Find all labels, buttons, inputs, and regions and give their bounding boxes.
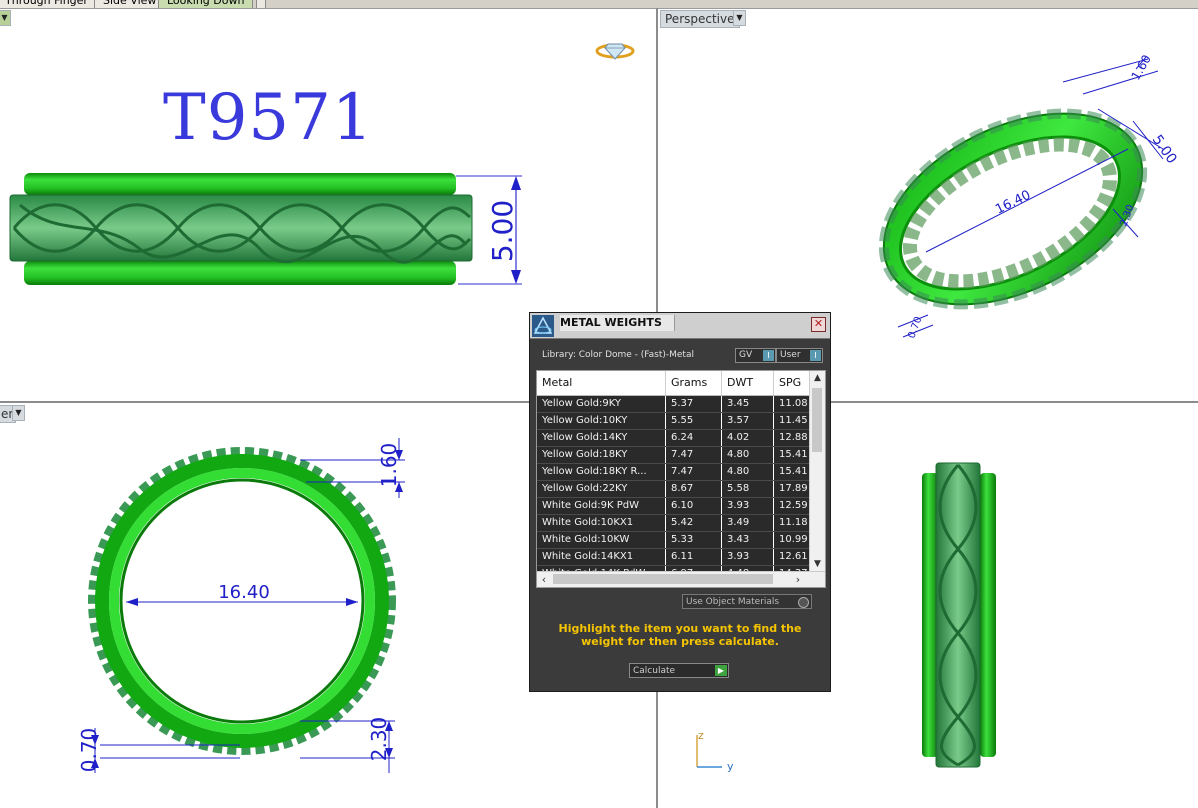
cell-spg: 10.99 (774, 532, 814, 548)
calculate-label: Calculate (633, 666, 676, 676)
use-object-materials-label: Use Object Materials (686, 597, 780, 607)
cell-grams: 5.55 (666, 413, 722, 429)
dim-persp-height: 5.00 (1149, 132, 1180, 167)
scroll-left-icon[interactable]: ‹ (537, 572, 551, 587)
dialog-title: METAL WEIGHTS (560, 315, 675, 331)
cell-dwt: 3.43 (722, 532, 774, 548)
cell-grams: 7.47 (666, 464, 722, 480)
tab-looking-down[interactable]: Looking Down (158, 0, 254, 8)
calculate-button[interactable]: Calculate ▶ (629, 663, 729, 678)
scroll-down-icon[interactable]: ▼ (810, 557, 825, 571)
axis-z-label: z (698, 729, 704, 742)
play-icon: ▶ (715, 665, 727, 676)
cell-metal: Yellow Gold:14KY (537, 430, 666, 446)
cell-metal: Yellow Gold:9KY (537, 396, 666, 412)
dialog-title-bar[interactable]: METAL WEIGHTS ✕ (530, 313, 830, 339)
cell-spg: 12.59 (774, 498, 814, 514)
cell-metal: White Gold:10KX1 (537, 515, 666, 531)
cell-metal: Yellow Gold:18KY (537, 447, 666, 463)
cell-spg: 11.08 (774, 396, 814, 412)
cell-metal: Yellow Gold:10KY (537, 413, 666, 429)
cell-dwt: 3.57 (722, 413, 774, 429)
cell-spg: 17.89 (774, 481, 814, 497)
dim-persp-bottom: 0.70 (906, 315, 924, 340)
view-tab-strip: Through Finger Side View Looking Down (0, 0, 1198, 9)
scroll-up-icon[interactable]: ▲ (810, 371, 825, 385)
matrix-logo-icon (532, 315, 554, 337)
cell-dwt: 3.49 (722, 515, 774, 531)
cell-dwt: 3.93 (722, 549, 774, 565)
cell-dwt: 4.80 (722, 447, 774, 463)
cell-grams: 5.37 (666, 396, 722, 412)
metal-weights-table[interactable]: Metal Grams DWT SPG Yellow Gold:9KY 5.37 3… (536, 370, 826, 588)
table-row[interactable]: Yellow Gold:9KY 5.37 3.45 11.08 (537, 396, 814, 413)
user-toggle-switch[interactable]: I (810, 350, 821, 361)
table-row[interactable]: Yellow Gold:22KY 8.67 5.58 17.89 (537, 481, 814, 498)
library-label: Library: Color Dome - (Fast)-Metal (542, 350, 694, 360)
column-header-metal[interactable]: Metal (537, 371, 666, 395)
cell-spg: 11.18 (774, 515, 814, 531)
cell-grams: 6.11 (666, 549, 722, 565)
user-toggle-label: User (780, 350, 801, 360)
dim-persp-top: 1.60 (1128, 52, 1153, 82)
cell-grams: 8.67 (666, 481, 722, 497)
column-header-grams[interactable]: Grams (666, 371, 722, 395)
cell-dwt: 4.02 (722, 430, 774, 446)
table-row[interactable]: Yellow Gold:10KY 5.55 3.57 11.45 (537, 413, 814, 430)
cell-metal: Yellow Gold:18KY R... (537, 464, 666, 480)
cell-dwt: 3.45 (722, 396, 774, 412)
table-row[interactable]: Yellow Gold:14KY 6.24 4.02 12.88 (537, 430, 814, 447)
cell-metal: White Gold:9K PdW (537, 498, 666, 514)
instruction-text: Highlight the item you want to find the … (558, 622, 802, 648)
vertical-scrollbar[interactable]: ▲ ▼ (809, 371, 825, 571)
cell-grams: 5.33 (666, 532, 722, 548)
column-header-spg[interactable]: SPG (774, 371, 814, 395)
user-toggle[interactable]: User I (776, 348, 823, 363)
vertical-scroll-thumb[interactable] (812, 388, 822, 452)
table-row[interactable]: White Gold:10KW 5.33 3.43 10.99 (537, 532, 814, 549)
cell-dwt: 3.93 (722, 498, 774, 514)
cell-spg: 11.45 (774, 413, 814, 429)
cell-grams: 6.24 (666, 430, 722, 446)
cell-spg: 15.41 (774, 447, 814, 463)
horizontal-scroll-thumb[interactable] (553, 574, 773, 584)
tab-through-finger[interactable]: Through Finger (0, 0, 97, 8)
dim-top-diameter: 16.40 (218, 582, 270, 603)
cell-grams: 6.10 (666, 498, 722, 514)
dim-top-right: 2.30 (367, 717, 391, 762)
table-row[interactable]: White Gold:14KX1 6.11 3.93 12.61 (537, 549, 814, 566)
dim-top-width: 1.60 (377, 443, 401, 488)
cell-dwt: 4.80 (722, 464, 774, 480)
gv-toggle-label: GV (739, 350, 753, 360)
tab-side-view[interactable]: Side View (94, 0, 166, 8)
cell-metal: White Gold:14KX1 (537, 549, 666, 565)
cell-dwt: 5.58 (722, 481, 774, 497)
horizontal-scrollbar[interactable]: ‹ › (537, 571, 825, 587)
table-row[interactable]: Yellow Gold:18KY R... 7.47 4.80 15.41 (537, 464, 814, 481)
cell-grams: 5.42 (666, 515, 722, 531)
column-header-dwt[interactable]: DWT (722, 371, 774, 395)
table-row[interactable]: White Gold:9K PdW 6.10 3.93 12.59 (537, 498, 814, 515)
gv-toggle[interactable]: GV I (735, 348, 776, 363)
dim-top-bottom: 0.70 (77, 728, 101, 773)
dim-front-height: 5.00 (486, 200, 519, 262)
table-row[interactable]: White Gold:10KX1 5.42 3.49 11.18 (537, 515, 814, 532)
metal-weights-dialog: METAL WEIGHTS ✕ Library: Color Dome - (F… (529, 312, 831, 692)
tab-add[interactable] (256, 0, 266, 8)
gv-toggle-switch[interactable]: I (763, 350, 774, 361)
cell-spg: 12.61 (774, 549, 814, 565)
cell-metal: White Gold:10KW (537, 532, 666, 548)
use-object-materials-option[interactable]: Use Object Materials (682, 594, 812, 609)
cell-metal: Yellow Gold:22KY (537, 481, 666, 497)
scroll-right-icon[interactable]: › (791, 572, 805, 587)
cell-grams: 7.47 (666, 447, 722, 463)
cell-spg: 12.88 (774, 430, 814, 446)
table-header: Metal Grams DWT SPG (537, 371, 814, 396)
close-button[interactable]: ✕ (811, 317, 826, 332)
table-rows: Yellow Gold:9KY 5.37 3.45 11.08 Yellow Gold:… (537, 396, 814, 583)
use-object-materials-radio[interactable] (798, 597, 809, 608)
axis-y-label: y (727, 760, 734, 773)
cell-spg: 15.41 (774, 464, 814, 480)
table-row[interactable]: Yellow Gold:18KY 7.47 4.80 15.41 (537, 447, 814, 464)
